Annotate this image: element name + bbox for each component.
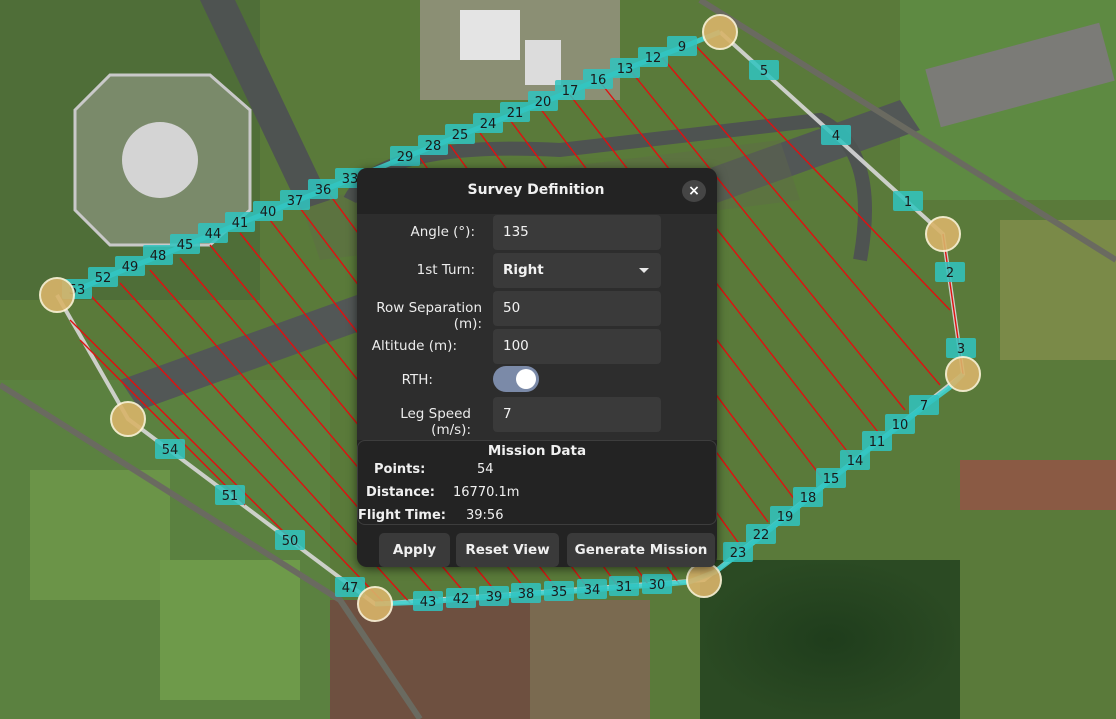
svg-text:31: 31	[616, 580, 633, 595]
points-label: Points:	[374, 462, 426, 477]
vertex-handle	[39, 277, 75, 313]
svg-text:10: 10	[892, 418, 909, 433]
svg-text:12: 12	[645, 51, 662, 66]
svg-text:14: 14	[847, 454, 864, 469]
svg-text:24: 24	[480, 117, 497, 132]
svg-text:47: 47	[342, 581, 359, 596]
svg-text:1: 1	[904, 195, 912, 210]
generate-mission-button[interactable]: Generate Mission	[567, 533, 715, 567]
svg-text:23: 23	[730, 546, 747, 561]
svg-text:37: 37	[287, 194, 304, 209]
vertex-handle	[925, 216, 961, 252]
mission-data-title: Mission Data	[487, 443, 587, 459]
svg-text:34: 34	[584, 583, 601, 598]
svg-text:54: 54	[162, 443, 179, 458]
svg-text:52: 52	[95, 271, 112, 286]
points-value: 54	[477, 462, 494, 477]
mission-data-panel: Mission Data Points: 54 Distance: 16770.…	[357, 440, 717, 525]
flight-time-label: Flight Time:	[358, 508, 446, 523]
svg-text:13: 13	[617, 62, 634, 77]
svg-text:36: 36	[315, 183, 332, 198]
rth-label: RTH:	[401, 372, 433, 388]
svg-text:18: 18	[800, 491, 817, 506]
survey-definition-dialog: Survey Definition Angle (°): 135 1st Tur…	[357, 168, 717, 567]
vertex-handle	[702, 14, 738, 50]
svg-text:51: 51	[222, 489, 239, 504]
toggle-knob	[516, 369, 536, 389]
svg-text:17: 17	[562, 84, 579, 99]
vertex-handle	[357, 586, 393, 622]
flight-time-value: 39:56	[466, 508, 504, 523]
svg-text:38: 38	[518, 587, 535, 602]
svg-text:44: 44	[205, 227, 222, 242]
svg-text:21: 21	[507, 106, 524, 121]
svg-text:42: 42	[453, 592, 470, 607]
angle-input[interactable]: 135	[493, 215, 661, 250]
first-turn-label: 1st Turn:	[416, 262, 475, 278]
svg-text:49: 49	[122, 260, 139, 275]
apply-button[interactable]: Apply	[379, 533, 450, 567]
svg-text:30: 30	[649, 578, 666, 593]
svg-text:19: 19	[777, 510, 794, 525]
vertex-handle	[110, 401, 146, 437]
dialog-title: Survey Definition	[467, 182, 605, 198]
svg-text:41: 41	[232, 216, 249, 231]
first-turn-value: Right	[503, 262, 544, 278]
svg-text:2: 2	[946, 266, 954, 281]
rth-toggle[interactable]	[493, 366, 539, 392]
close-button[interactable]: ×	[682, 180, 706, 202]
row-separation-input[interactable]: 50	[493, 291, 661, 326]
svg-text:28: 28	[425, 139, 442, 154]
svg-text:3: 3	[957, 342, 965, 357]
svg-text:45: 45	[177, 238, 194, 253]
reset-view-button[interactable]: Reset View	[456, 533, 559, 567]
first-turn-select[interactable]: Right	[493, 253, 661, 288]
svg-text:15: 15	[823, 472, 840, 487]
distance-label: Distance:	[366, 485, 435, 500]
leg-speed-label: Leg Speed (m/s):	[400, 406, 471, 438]
svg-text:11: 11	[869, 435, 886, 450]
svg-text:33: 33	[342, 172, 359, 187]
svg-text:16: 16	[590, 73, 607, 88]
svg-text:4: 4	[832, 129, 840, 144]
svg-text:35: 35	[551, 585, 568, 600]
vertex-handle	[686, 562, 722, 598]
chevron-down-icon	[639, 268, 649, 273]
distance-value: 16770.1m	[453, 485, 520, 500]
svg-text:48: 48	[150, 249, 167, 264]
altitude-label: Altitude (m):	[371, 338, 457, 354]
altitude-input[interactable]: 100	[493, 329, 661, 364]
svg-text:9: 9	[678, 40, 686, 55]
row-separation-label: Row Separation (m):	[376, 300, 482, 332]
svg-text:25: 25	[452, 128, 469, 143]
svg-text:7: 7	[920, 399, 928, 414]
svg-text:39: 39	[486, 590, 503, 605]
svg-text:5: 5	[760, 64, 768, 79]
svg-text:22: 22	[753, 528, 770, 543]
survey-form: Angle (°): 135 1st Turn: Right Row Separ…	[357, 214, 717, 440]
svg-text:20: 20	[535, 95, 552, 110]
vertex-handle	[945, 356, 981, 392]
svg-text:29: 29	[397, 150, 414, 165]
svg-text:50: 50	[282, 534, 299, 549]
svg-text:43: 43	[420, 595, 437, 610]
angle-label: Angle (°):	[410, 224, 475, 240]
leg-speed-input[interactable]: 7	[493, 397, 661, 432]
svg-text:40: 40	[260, 205, 277, 220]
